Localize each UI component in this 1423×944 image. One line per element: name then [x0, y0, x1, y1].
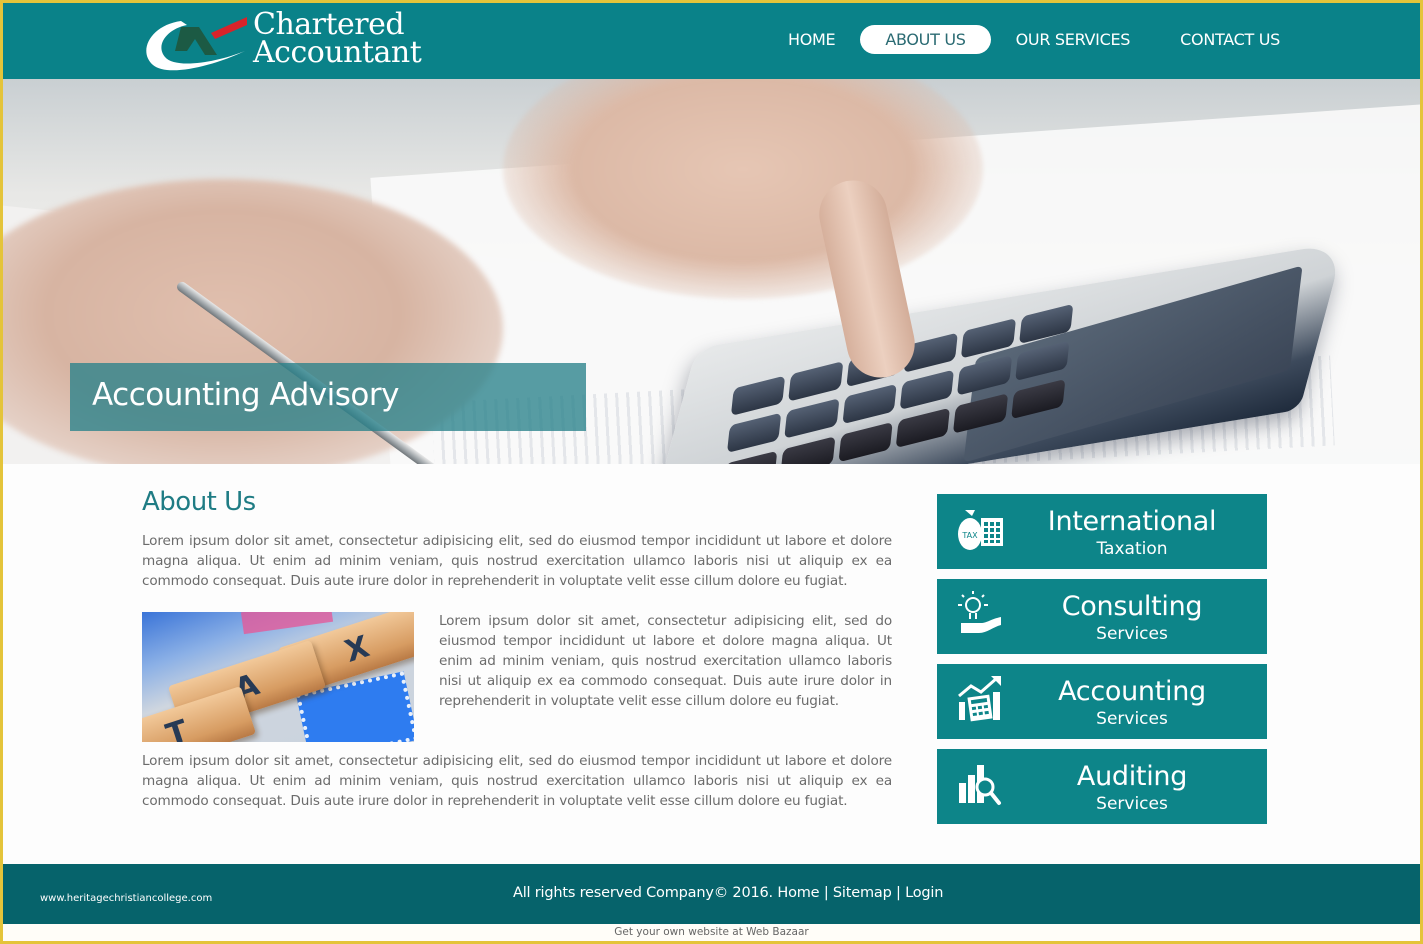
service-title: Auditing: [1076, 761, 1188, 792]
logo[interactable]: Chartered Accountant: [141, 9, 446, 75]
service-subtitle: Services: [1096, 709, 1168, 729]
service-international-taxation[interactable]: TAX International Taxation: [937, 494, 1267, 569]
service-title: Accounting: [1058, 676, 1206, 707]
page-frame: Chartered Accountant HOME ABOUT US OUR S…: [3, 3, 1420, 941]
logo-line2: Accountant: [253, 35, 422, 70]
about-paragraph-3: Lorem ipsum dolor sit amet, consectetur …: [142, 753, 892, 809]
footer-link-sitemap[interactable]: Sitemap: [833, 885, 892, 901]
service-title: Consulting: [1061, 591, 1203, 622]
nav-home[interactable]: HOME: [763, 25, 860, 54]
service-subtitle: Services: [1096, 794, 1168, 814]
hero-caption: Accounting Advisory: [70, 363, 586, 431]
footer-separator: |: [823, 885, 829, 901]
service-title: International: [1047, 506, 1217, 537]
hero-banner: Accounting Advisory: [3, 79, 1420, 464]
tax-tiles-image: X A T: [142, 612, 414, 742]
web-bazaar-banner[interactable]: Get your own website at Web Bazaar: [3, 924, 1420, 941]
hero-caption-text: Accounting Advisory: [92, 377, 399, 413]
footer-link-home[interactable]: Home: [777, 885, 819, 901]
svg-text:TAX: TAX: [961, 531, 978, 540]
main-nav: HOME ABOUT US OUR SERVICES CONTACT US: [763, 24, 1305, 54]
tile-letter: T: [161, 713, 193, 742]
web-bazaar-text: Get your own website at Web Bazaar: [614, 926, 809, 938]
footer-separator: |: [896, 885, 901, 901]
nav-our-services[interactable]: OUR SERVICES: [991, 25, 1156, 54]
about-paragraph-1: Lorem ipsum dolor sit amet, consectetur …: [142, 533, 892, 589]
footer-copyright: All rights reserved Company© 2016.: [513, 885, 773, 901]
footer-link-login[interactable]: Login: [905, 885, 943, 901]
footer-watermark: www.heritagechristiancollege.com: [40, 893, 213, 904]
site-header: Chartered Accountant HOME ABOUT US OUR S…: [3, 3, 1420, 79]
logo-text: Chartered Accountant: [253, 10, 422, 70]
image-decoration: [240, 612, 334, 635]
service-consulting[interactable]: Consulting Services: [937, 579, 1267, 654]
service-subtitle: Services: [1096, 624, 1168, 644]
ca-logo-mark-icon: [146, 17, 247, 71]
about-paragraph-2: Lorem ipsum dolor sit amet, consectetur …: [439, 613, 892, 709]
service-auditing[interactable]: Auditing Services: [937, 749, 1267, 824]
nav-about-us[interactable]: ABOUT US: [860, 24, 991, 54]
about-title: About Us: [142, 487, 256, 517]
service-accounting[interactable]: Accounting Services: [937, 664, 1267, 739]
footer-links: All rights reserved Company© 2016. Home …: [513, 885, 943, 901]
site-footer: www.heritagechristiancollege.com All rig…: [3, 864, 1420, 924]
service-subtitle: Taxation: [1096, 539, 1168, 559]
tile-letter: X: [340, 628, 374, 670]
nav-contact-us[interactable]: CONTACT US: [1155, 25, 1305, 54]
